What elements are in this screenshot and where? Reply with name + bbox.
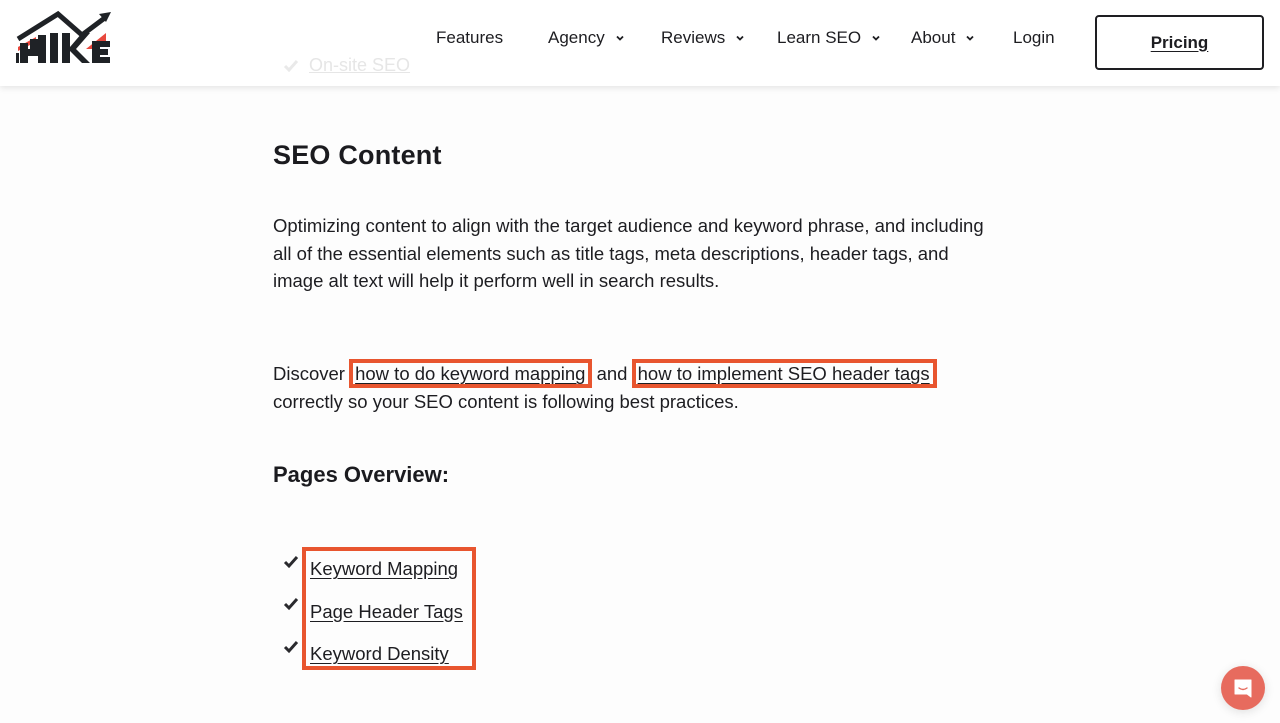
on-site-seo-link[interactable]: On-site SEO [309, 55, 410, 76]
highlight-box: Keyword Mapping Page Header Tags Keyword… [302, 547, 476, 670]
chat-bubble-icon [1234, 679, 1252, 698]
chat-button[interactable] [1221, 666, 1265, 710]
nav-item-learn-seo[interactable]: Learn SEO [777, 26, 881, 50]
hike-logo[interactable] [16, 9, 112, 65]
header-tags-inline-link[interactable]: how to implement SEO header tags [638, 363, 930, 384]
nav-item-about[interactable]: About [911, 26, 975, 50]
discover-paragraph: Discover how to do keyword mapping and h… [273, 359, 993, 415]
chevron-down-icon [966, 35, 975, 41]
nav-label: Agency [548, 28, 605, 47]
nav-item-features[interactable]: Features [436, 26, 503, 50]
nav-item-agency[interactable]: Agency [548, 26, 625, 50]
nav-label: Reviews [661, 28, 726, 47]
site-header: Features Agency Reviews Learn SEO About … [0, 0, 1280, 86]
paragraph-suffix: correctly so your SEO content is followi… [273, 390, 739, 412]
pages-overview-title: Pages Overview: [273, 462, 450, 487]
nav-item-reviews[interactable]: Reviews [661, 26, 745, 50]
highlight-box: how to do keyword mapping [349, 359, 593, 388]
chevron-down-icon [616, 35, 624, 41]
checkmark-icon [283, 556, 299, 569]
chevron-down-icon [872, 35, 880, 41]
nav-label: Features [436, 28, 504, 47]
highlight-box: how to implement SEO header tags [631, 359, 937, 388]
keyword-mapping-link[interactable]: Keyword Mapping [310, 553, 472, 596]
page-header-tags-link[interactable]: Page Header Tags [310, 596, 472, 639]
page: Features Agency Reviews Learn SEO About … [0, 0, 1280, 723]
nav-label: Learn SEO [777, 28, 862, 47]
hike-logo-icon [16, 10, 111, 63]
seo-content-paragraph: Optimizing content to align with the tar… [273, 215, 984, 291]
keyword-mapping-inline-link[interactable]: how to do keyword mapping [355, 363, 585, 384]
nav-label: About [911, 28, 956, 47]
pricing-button[interactable]: Pricing [1095, 15, 1264, 70]
paragraph-middle: and [591, 363, 633, 384]
chevron-down-icon [736, 35, 744, 41]
checkmark-icon [283, 59, 299, 72]
paragraph-prefix: Discover [273, 363, 351, 384]
faded-list-item: On-site SEO [283, 52, 410, 78]
nav-item-login[interactable]: Login [1013, 26, 1055, 50]
checkmark-icon [283, 598, 299, 611]
checkmark-icon [283, 641, 299, 654]
keyword-density-link[interactable]: Keyword Density [310, 638, 472, 681]
section-title: SEO Content [273, 140, 442, 170]
nav-label: Login [1013, 28, 1055, 47]
